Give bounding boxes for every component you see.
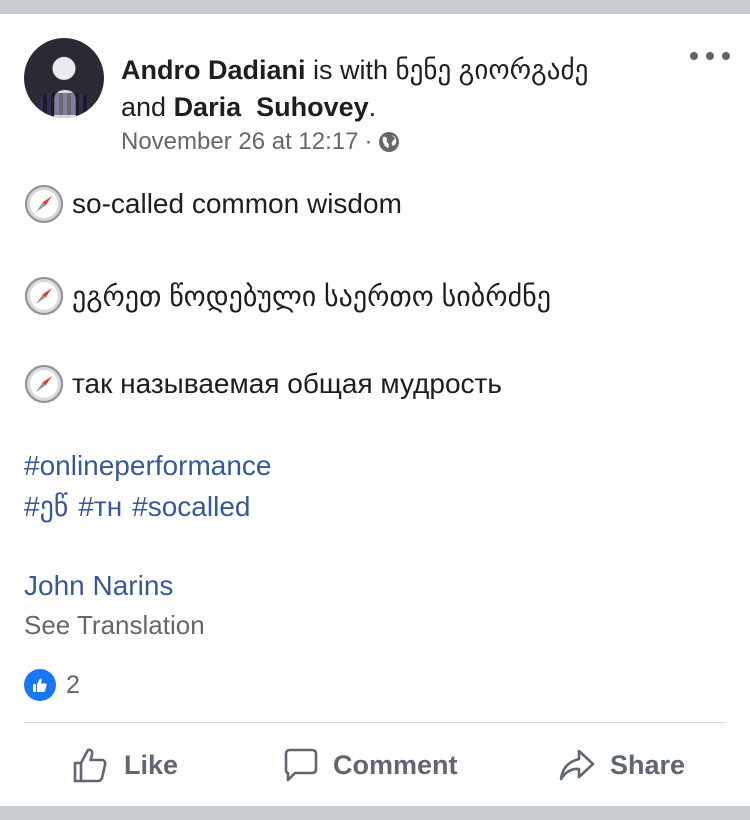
like-label: Like — [124, 749, 179, 780]
more-horizontal-icon[interactable] — [690, 44, 730, 68]
line-russian: так называемая общая мудрость — [72, 368, 502, 399]
author-name[interactable]: Andro Dadiani — [121, 55, 306, 85]
reaction-count: 2 — [66, 670, 80, 699]
post-text-line: ეგრეთ წოდებული საერთო სიბრძნე — [24, 276, 551, 316]
share-arrow-icon — [559, 749, 595, 781]
hashtag-link[interactable]: #ეწ — [24, 491, 68, 522]
like-button[interactable]: Like — [72, 734, 178, 796]
hashtag-link[interactable]: #тн — [78, 491, 122, 522]
post-text-line: так называемая общая мудрость — [24, 364, 502, 404]
comment-button[interactable]: Comment — [283, 734, 458, 796]
compass-emoji-icon — [25, 365, 63, 403]
compass-emoji-icon — [25, 277, 63, 315]
post-timestamp[interactable]: November 26 at 12:17 — [121, 128, 358, 156]
tagged-person-1[interactable]: ნენე გიორგაძე — [396, 55, 589, 85]
hashtag-link[interactable]: #socalled — [132, 491, 250, 522]
hashtag-link[interactable]: #onlineperformance — [24, 450, 272, 481]
line-georgian: ეგრეთ წოდებული საერთო სიბრძნე — [72, 280, 551, 312]
share-label: Share — [610, 749, 686, 780]
tagged-person-2[interactable]: Daria Suhovey — [174, 92, 369, 122]
post-meta: November 26 at 12:17 · — [121, 128, 400, 156]
comment-label: Comment — [333, 749, 458, 780]
more-dot — [706, 52, 714, 60]
actions-divider — [24, 722, 726, 723]
post-action-bar: Like Comment Share — [0, 734, 750, 796]
more-dot — [690, 52, 698, 60]
feed-separator-bottom — [0, 806, 750, 820]
line-english: so-called common wisdom — [72, 188, 402, 219]
post-header: Andro Dadiani is with ნენე გიორგაძე and … — [121, 52, 661, 126]
mention-link[interactable]: John Narins — [24, 570, 173, 602]
compass-emoji-icon — [25, 185, 63, 223]
share-button[interactable]: Share — [558, 734, 685, 796]
with-text: is with — [305, 55, 396, 85]
meta-separator: · — [364, 128, 373, 155]
hashtag-row: #onlineperformance — [24, 450, 282, 482]
feed-separator-top — [0, 0, 750, 14]
author-avatar[interactable] — [24, 38, 104, 118]
reaction-summary[interactable]: 2 — [24, 669, 80, 701]
header-period: . — [368, 92, 377, 122]
feed-post: Andro Dadiani is with ნენე გიორგაძე and … — [0, 14, 750, 806]
post-text-line: so-called common wisdom — [24, 184, 402, 224]
hashtag-row: #ეწ #тн #socalled — [24, 490, 260, 523]
and-text: and — [121, 92, 174, 122]
see-translation-link[interactable]: See Translation — [24, 610, 205, 641]
like-reaction-icon — [24, 669, 56, 701]
thumbs-up-icon — [73, 748, 107, 783]
more-dot — [722, 52, 730, 60]
globe-icon[interactable] — [378, 131, 400, 153]
comment-icon — [284, 748, 318, 782]
